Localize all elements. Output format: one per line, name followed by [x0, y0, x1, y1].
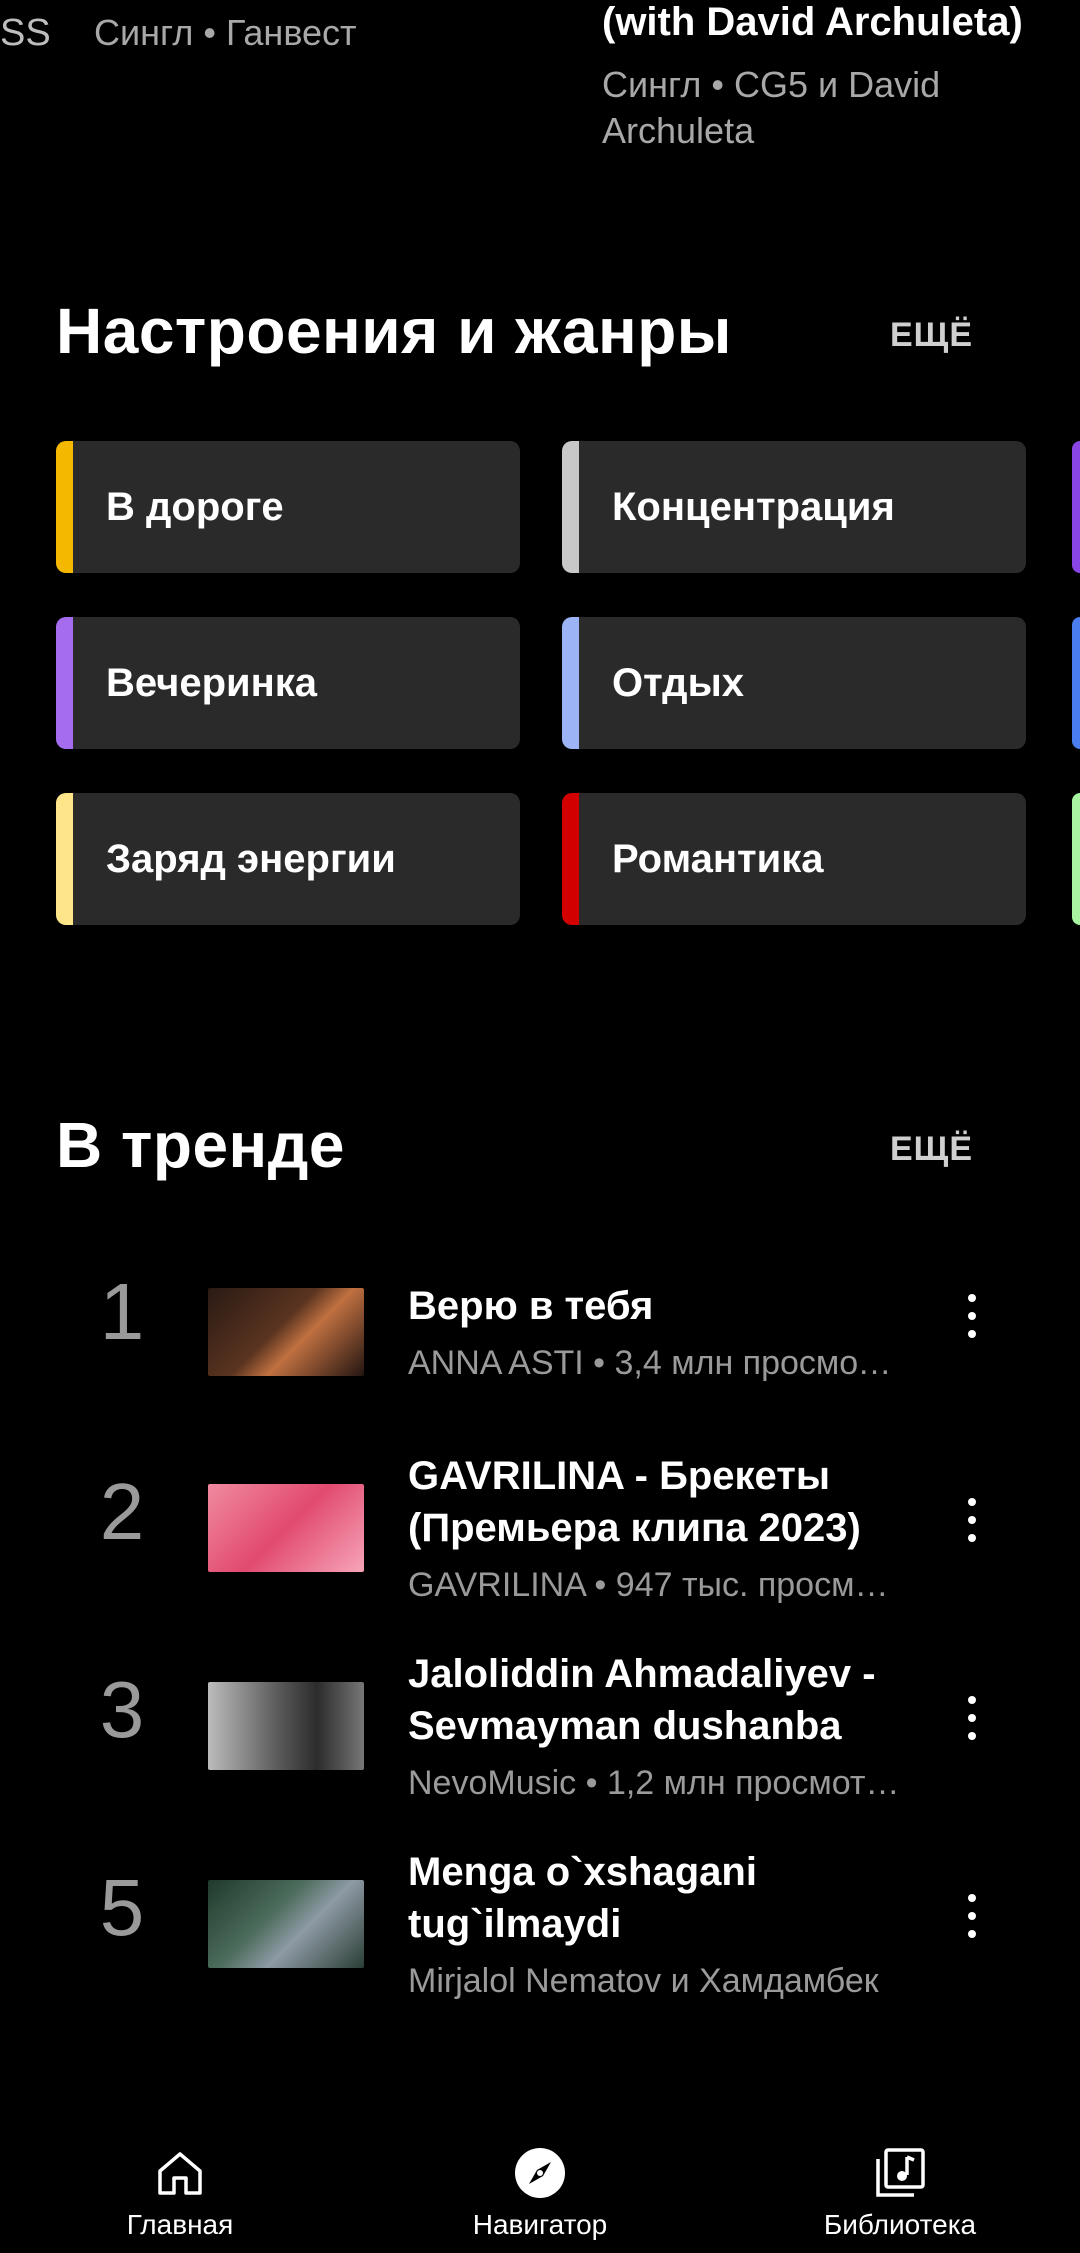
track-title: Menga o`xshagani tug`ilmaydi: [408, 1850, 757, 1946]
mood-chip-label: Отдых: [612, 661, 744, 705]
trending-rank: 2: [99, 1467, 145, 1556]
trending-row[interactable]: 1 Верю в тебя ANNA ASTI • 3,4 млн просмотр…: [0, 1262, 1080, 1442]
track-title: Jaloliddin Ahmadaliyev - Sevmayman dusha…: [408, 1652, 876, 1748]
mood-chip-label: Романтика: [612, 837, 824, 881]
more-options-dot: [968, 1714, 976, 1722]
more-options-dot: [968, 1912, 976, 1920]
track-thumbnail: [208, 1288, 364, 1376]
more-options-dot: [968, 1498, 976, 1506]
track-subtitle: GAVRILINA • 947 тыс. просмотров: [408, 1566, 900, 1604]
mood-chip[interactable]: Вечеринка: [56, 617, 520, 749]
trending-rank: 5: [99, 1863, 145, 1952]
library-icon: [876, 2148, 925, 2197]
mood-chip[interactable]: Заряд энергии: [56, 793, 520, 925]
track-subtitle: ANNA ASTI • 3,4 млн просмотров: [408, 1344, 900, 1382]
track-subtitle: Mirjalol Nematov и Хамдамбек: [408, 1962, 879, 2000]
mood-chip-color-bar: [56, 441, 73, 573]
track-thumbnail: [208, 1484, 364, 1572]
mood-chip[interactable]: Концентрация: [562, 441, 1026, 573]
more-options-icon[interactable]: [950, 1686, 994, 1750]
more-options-dot: [968, 1516, 976, 1524]
compass-icon: [515, 2148, 565, 2198]
mood-chip-label: Концентрация: [612, 485, 895, 529]
more-options-dot: [968, 1732, 976, 1740]
mood-chip-label: Заряд энергии: [106, 837, 396, 881]
carousel-item-left-subtitle: Сингл • Ганвест: [94, 12, 357, 53]
more-options-icon[interactable]: [950, 1488, 994, 1552]
nav-navigator-label: Навигатор: [472, 2209, 608, 2240]
more-options-dot: [968, 1330, 976, 1338]
mood-chip-next-column-edge[interactable]: [1072, 617, 1080, 749]
more-options-icon[interactable]: [950, 1884, 994, 1948]
mood-chip-color-bar: [56, 793, 73, 925]
nav-home[interactable]: Главная: [30, 2113, 330, 2253]
home-icon: [158, 2152, 202, 2195]
trending-rank: 3: [99, 1665, 145, 1754]
carousel-item-right-title[interactable]: (with David Archuleta): [602, 0, 1023, 45]
more-options-dot: [968, 1894, 976, 1902]
mood-chip[interactable]: Романтика: [562, 793, 1026, 925]
trending-section-title: В тренде: [56, 1109, 345, 1181]
track-thumbnail: [208, 1880, 364, 1968]
trending-more-button[interactable]: ЕЩЁ: [890, 1130, 973, 1169]
carousel-item-right-subtitle: Сингл • CG5 и David Archuleta: [602, 64, 941, 151]
track-subtitle: NevoMusic • 1,2 млн просмотров: [408, 1764, 900, 1802]
mood-chip-next-column-edge[interactable]: [1072, 441, 1080, 573]
more-options-dot: [968, 1294, 976, 1302]
track-title: Верю в тебя: [408, 1284, 654, 1328]
more-options-icon[interactable]: [950, 1284, 994, 1348]
nav-library-label: Библиотека: [823, 2209, 977, 2240]
trending-row[interactable]: 3 Jaloliddin Ahmadaliyev - Sevmayman dush…: [0, 1642, 1080, 1822]
mood-chip[interactable]: Отдых: [562, 617, 1026, 749]
trending-row[interactable]: 2 GAVRILINA - Брекеты (Премьера клипа 202…: [0, 1444, 1080, 1624]
mood-chip-color-bar: [562, 441, 579, 573]
more-options-dot: [968, 1534, 976, 1542]
mood-chip[interactable]: В дороге: [56, 441, 520, 573]
bottom-navigation: Главная Навигатор Библиотека: [0, 2113, 1080, 2253]
more-options-dot: [968, 1312, 976, 1320]
track-title: GAVRILINA - Брекеты (Премьера клипа 2023…: [408, 1454, 861, 1550]
more-options-dot: [968, 1696, 976, 1704]
nav-home-label: Главная: [126, 2209, 234, 2240]
trending-row[interactable]: 5 Menga o`xshagani tug`ilmaydi Mirjalol Ne…: [0, 1840, 1080, 2020]
more-options-dot: [968, 1930, 976, 1938]
track-thumbnail: [208, 1682, 364, 1770]
mood-chip-label: Вечеринка: [106, 661, 318, 705]
mood-chip-color-bar: [562, 617, 579, 749]
moods-more-button[interactable]: ЕЩЁ: [890, 316, 973, 355]
mood-chip-color-bar: [562, 793, 579, 925]
mood-chip-color-bar: [56, 617, 73, 749]
carousel-item-left-title[interactable]: SS: [0, 12, 51, 55]
nav-navigator[interactable]: Навигатор: [390, 2113, 690, 2253]
mood-chip-label: В дороге: [106, 485, 284, 529]
nav-library[interactable]: Библиотека: [750, 2113, 1050, 2253]
moods-section-title: Настроения и жанры: [56, 295, 732, 367]
trending-rank: 1: [99, 1267, 145, 1356]
mood-chip-next-column-edge[interactable]: [1072, 793, 1080, 925]
